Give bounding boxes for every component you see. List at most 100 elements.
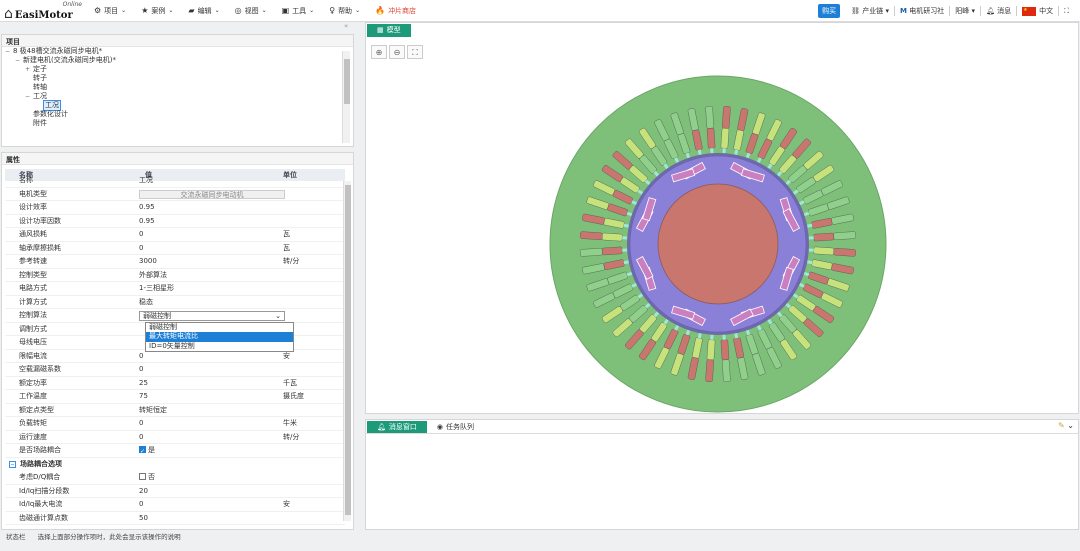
property-value[interactable]: 1-三相星形	[139, 284, 174, 292]
messages-link[interactable]: 🔔︎ 消息	[986, 6, 1011, 16]
zoom-out-icon[interactable]: ⊖	[389, 45, 405, 59]
collapse-left-icon[interactable]: «	[344, 22, 348, 30]
property-value[interactable]: 0	[139, 230, 143, 238]
menu-label: 帮助	[338, 6, 353, 15]
properties-scrollbar[interactable]	[343, 181, 351, 521]
property-unit	[279, 363, 339, 376]
app-logo[interactable]: ⌂ EasiMotor Online	[4, 1, 84, 21]
property-value[interactable]: 0	[139, 433, 143, 441]
scrollbar-thumb[interactable]	[345, 185, 351, 515]
tab-model[interactable]: ▦ 模型	[367, 24, 411, 37]
property-value[interactable]: 转矩恒定	[139, 406, 167, 414]
property-value-cell: 0	[131, 242, 279, 255]
property-value[interactable]: 75	[139, 392, 148, 400]
property-name: Id/Iq最大电流	[19, 500, 63, 508]
toggle-icon[interactable]: −	[5, 47, 13, 56]
property-value[interactable]: 0	[139, 365, 143, 373]
property-unit: 转/分	[283, 432, 300, 441]
property-row: Id/Iq最大电流 0 安	[5, 498, 345, 512]
settings-icon[interactable]: ✎ ⌄	[1058, 421, 1074, 430]
menu-3[interactable]: ◎ 视图 ⌄	[235, 6, 267, 16]
property-value[interactable]: 50	[139, 514, 148, 522]
menu-2[interactable]: ▰ 编辑 ⌄	[188, 6, 219, 16]
tree-node[interactable]: −8 极48槽交流永磁同步电机*	[5, 47, 345, 56]
property-value[interactable]: 外部算法	[139, 271, 167, 279]
industry-chain-label: 产业链	[862, 7, 884, 15]
scrollbar-thumb[interactable]	[344, 59, 350, 104]
property-value[interactable]: 0	[139, 500, 143, 508]
tree-node-label: 8 极48槽交流永磁同步电机*	[13, 47, 103, 55]
property-value[interactable]: 稳态	[139, 298, 153, 306]
tree-node[interactable]: 转子	[5, 74, 345, 83]
checkbox[interactable]	[139, 445, 146, 458]
fullscreen-button[interactable]: ⛶	[1064, 7, 1069, 16]
menu-1[interactable]: ★ 案例 ⌄	[141, 6, 173, 16]
dropdown-option[interactable]: ID=0矢量控制	[146, 342, 293, 352]
community-link[interactable]: M 电机研习社	[900, 6, 944, 16]
fire-icon: 🔥	[375, 6, 386, 15]
property-value-cell: 1-三相星形	[131, 282, 279, 295]
property-value[interactable]: 3000	[139, 257, 157, 265]
property-value[interactable]: 0.95	[139, 217, 155, 225]
tree-node[interactable]: − 新建电机(交流永磁同步电机)*	[5, 56, 345, 65]
property-value-cell: 0	[131, 228, 279, 241]
property-value-cell: 转矩恒定	[131, 404, 279, 417]
property-name: 齿磁通计算点数	[19, 513, 68, 522]
property-name: 通风损耗	[19, 230, 47, 238]
property-unit	[279, 215, 339, 228]
collapse-icon[interactable]: −	[9, 460, 16, 468]
shop-link[interactable]: 🔥 冲片商店	[375, 6, 416, 16]
property-name: 额定点类型	[19, 405, 54, 414]
user-menu[interactable]: 阳峰 ▾	[955, 6, 975, 16]
tree-node[interactable]: + 定子	[5, 65, 345, 74]
property-value-cell: 工况	[131, 174, 279, 187]
tree-node[interactable]: 附件	[5, 119, 345, 128]
coil-inner	[601, 232, 623, 242]
property-name: 设计效率	[19, 203, 47, 211]
property-value[interactable]: 0	[139, 352, 143, 360]
property-value[interactable]: 25	[139, 379, 148, 387]
dropdown-option[interactable]: 最大转矩电流比	[146, 332, 293, 342]
property-row: 名称 工况	[5, 174, 345, 188]
dropdown-option[interactable]: 弱磁控制	[146, 323, 293, 333]
industry-chain-menu[interactable]: ⛓ 产业链 ▾	[851, 6, 889, 16]
control-algorithm-select[interactable]: 弱磁控制 ⌄	[139, 311, 285, 321]
view-icon: ◎	[234, 6, 242, 15]
checkbox-label: 否	[148, 473, 155, 481]
tree-node[interactable]: 参数化设计	[5, 110, 345, 119]
property-value-cell: 75	[131, 390, 279, 403]
toggle-icon[interactable]: −	[25, 92, 33, 101]
coupling-section-header[interactable]: − 场路耦合选项	[5, 458, 345, 472]
menu-label: 工具	[292, 6, 307, 15]
property-value[interactable]: 20	[139, 487, 148, 495]
property-value-cell: 0	[131, 498, 279, 511]
coil-outer	[579, 248, 603, 257]
property-value[interactable]: 工况	[139, 176, 153, 184]
motor-type-button[interactable]: 交流永磁同步电动机	[139, 189, 285, 199]
project-scrollbar[interactable]	[342, 51, 350, 143]
property-name: 调制方式	[19, 324, 47, 333]
menu-4[interactable]: ▣ 工具 ⌄	[282, 6, 315, 16]
chevron-down-icon: ⌄	[214, 7, 220, 14]
divider	[366, 433, 1078, 434]
zoom-in-icon[interactable]: ⊕	[371, 45, 387, 59]
status-bar: 状态栏 选择上面部分操作项时，此处会显示该操作的说明	[0, 531, 1080, 551]
tree-node[interactable]: 工况	[5, 100, 345, 111]
coil-inner	[601, 246, 623, 256]
fit-icon[interactable]: ⛶	[407, 45, 423, 59]
language-switch[interactable]: 中文	[1022, 6, 1053, 16]
tree-node[interactable]: 转轴	[5, 83, 345, 92]
tree-node-label: 转轴	[33, 83, 47, 91]
properties-panel-title: 属性	[2, 153, 353, 165]
motor-cross-section[interactable]	[548, 74, 888, 414]
buy-button[interactable]: 购买	[818, 4, 841, 18]
menu-5[interactable]: ♀ 帮助 ⌄	[329, 6, 360, 16]
gear-icon: ⚙	[94, 6, 102, 15]
menu-0[interactable]: ⚙ 项目 ⌄	[94, 6, 126, 16]
property-value[interactable]: 0	[139, 419, 143, 427]
toggle-icon[interactable]: +	[25, 65, 33, 74]
checkbox[interactable]	[139, 472, 146, 480]
property-value[interactable]: 0.95	[139, 203, 155, 211]
property-value[interactable]: 0	[139, 244, 143, 252]
toggle-icon[interactable]: −	[15, 56, 23, 65]
